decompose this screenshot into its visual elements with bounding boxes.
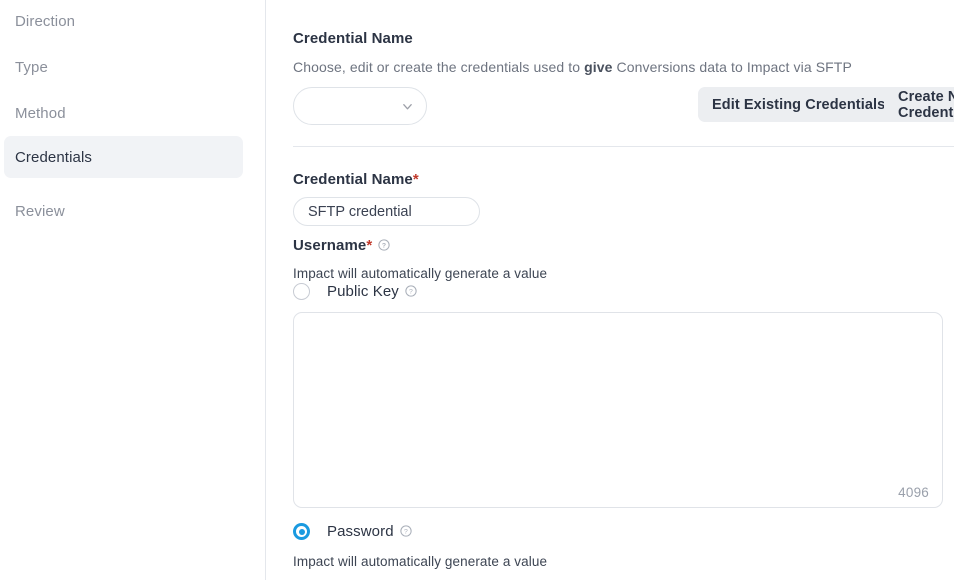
section-divider bbox=[293, 146, 954, 147]
sidebar-item-label: Direction bbox=[15, 12, 76, 30]
username-label: Username * ? bbox=[293, 237, 390, 254]
password-radio[interactable] bbox=[293, 523, 310, 540]
sidebar-item-credentials[interactable]: Credentials bbox=[4, 136, 243, 178]
description-emphasis: give bbox=[584, 59, 613, 75]
sidebar-item-label: Type bbox=[15, 58, 48, 76]
help-circle-icon[interactable]: ? bbox=[400, 524, 412, 537]
svg-text:?: ? bbox=[409, 288, 413, 295]
required-asterisk: * bbox=[412, 171, 419, 188]
help-circle-icon[interactable]: ? bbox=[378, 238, 390, 251]
sidebar-item-label: Credentials bbox=[15, 148, 92, 166]
password-label: Password ? bbox=[327, 523, 412, 540]
public-key-label: Public Key ? bbox=[327, 283, 417, 300]
page-description: Choose, edit or create the credentials u… bbox=[293, 59, 852, 75]
sidebar-item-method[interactable]: Method bbox=[4, 92, 243, 134]
sidebar-item-label: Method bbox=[15, 104, 66, 122]
credential-select[interactable] bbox=[293, 87, 427, 125]
public-key-radio-row[interactable]: Public Key ? bbox=[293, 283, 417, 300]
sidebar-item-direction[interactable]: Direction bbox=[4, 0, 243, 42]
username-helper-text: Impact will automatically generate a val… bbox=[293, 266, 548, 281]
public-key-radio[interactable] bbox=[293, 283, 310, 300]
password-radio-row[interactable]: Password ? bbox=[293, 523, 412, 540]
chevron-down-icon bbox=[403, 103, 412, 109]
sidebar-item-type[interactable]: Type bbox=[4, 46, 243, 88]
password-helper-text: Impact will automatically generate a val… bbox=[293, 554, 548, 569]
required-asterisk: * bbox=[366, 237, 373, 254]
page-title: Credential Name bbox=[293, 30, 413, 47]
create-new-credentials-button[interactable]: Create New Credentials bbox=[884, 87, 954, 122]
svg-text:?: ? bbox=[382, 242, 386, 249]
svg-text:?: ? bbox=[404, 528, 408, 535]
credentials-form-panel: Credential Name Choose, edit or create t… bbox=[266, 0, 954, 580]
public-key-textarea[interactable] bbox=[294, 313, 942, 507]
credential-name-label: Credential Name* bbox=[293, 171, 419, 188]
help-circle-icon[interactable]: ? bbox=[405, 284, 417, 297]
wizard-step-sidebar: Direction Type Method Credentials Review bbox=[0, 0, 266, 580]
edit-existing-credentials-button[interactable]: Edit Existing Credentials bbox=[698, 87, 900, 122]
sidebar-item-review[interactable]: Review bbox=[4, 190, 243, 232]
credentials-wizard-page: Direction Type Method Credentials Review… bbox=[0, 0, 954, 580]
credential-name-input[interactable] bbox=[293, 197, 480, 226]
public-key-textarea-wrapper: 4096 bbox=[293, 312, 943, 508]
sidebar-item-label: Review bbox=[15, 202, 65, 220]
